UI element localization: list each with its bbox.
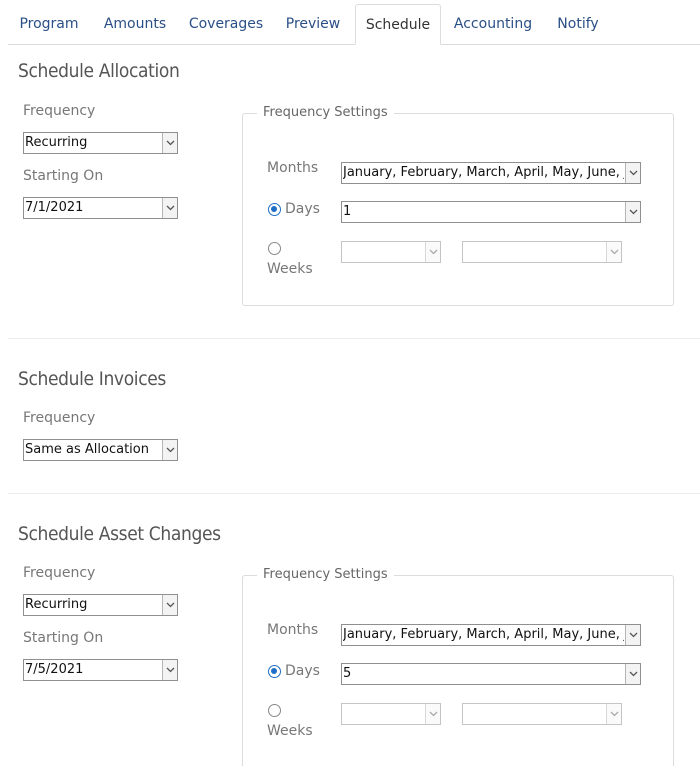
asset-months-label: Months	[267, 622, 319, 638]
asset-weeks-label: Weeks	[267, 723, 313, 739]
tab-preview[interactable]: Preview	[282, 4, 344, 44]
asset-settings-legend: Frequency Settings	[257, 567, 394, 582]
chevron-down-icon	[625, 625, 640, 645]
tab-bar: Program Amounts Coverages Preview Schedu…	[8, 0, 700, 45]
allocation-days-label: Days	[285, 201, 320, 217]
asset-weeks-select-2	[462, 703, 622, 725]
asset-starting-value: 7/5/2021	[25, 662, 84, 677]
chevron-down-icon	[162, 133, 177, 153]
chevron-down-icon	[625, 202, 640, 222]
asset-days-radio[interactable]	[268, 665, 281, 678]
section-divider	[8, 338, 700, 339]
schedule-allocation-title: Schedule Allocation	[18, 60, 180, 82]
invoices-frequency-value: Same as Allocation	[25, 442, 149, 457]
invoices-frequency-select[interactable]: Same as Allocation	[23, 439, 178, 461]
allocation-days-value: 1	[343, 204, 352, 219]
section-divider	[8, 493, 700, 494]
invoices-frequency-label: Frequency	[23, 410, 96, 426]
allocation-days-select[interactable]: 1	[341, 201, 641, 223]
asset-starting-select[interactable]: 7/5/2021	[23, 659, 178, 681]
asset-days-value: 5	[343, 666, 352, 681]
chevron-down-icon	[162, 595, 177, 615]
tab-program[interactable]: Program	[14, 4, 84, 44]
allocation-months-label: Months	[267, 160, 319, 176]
tab-amounts[interactable]: Amounts	[100, 4, 170, 44]
schedule-invoices-title: Schedule Invoices	[18, 368, 166, 390]
allocation-months-select[interactable]: January, February, March, April, May, Ju…	[341, 162, 641, 184]
allocation-weeks-select-2	[462, 241, 622, 263]
asset-days-select[interactable]: 5	[341, 663, 641, 685]
allocation-weeks-select-1	[341, 241, 441, 263]
asset-weeks-select-1	[341, 703, 441, 725]
allocation-frequency-label: Frequency	[23, 103, 96, 119]
chevron-down-icon	[606, 242, 621, 262]
tab-coverages[interactable]: Coverages	[188, 4, 264, 44]
asset-months-select[interactable]: January, February, March, April, May, Ju…	[341, 624, 641, 646]
chevron-down-icon	[625, 163, 640, 183]
tab-schedule[interactable]: Schedule	[355, 4, 441, 45]
allocation-starting-value: 7/1/2021	[25, 200, 84, 215]
chevron-down-icon	[625, 664, 640, 684]
tab-accounting[interactable]: Accounting	[453, 4, 533, 44]
asset-frequency-select[interactable]: Recurring	[23, 594, 178, 616]
chevron-down-icon	[425, 242, 440, 262]
asset-starting-label: Starting On	[23, 630, 104, 646]
chevron-down-icon	[162, 660, 177, 680]
allocation-frequency-value: Recurring	[25, 135, 88, 150]
allocation-weeks-label: Weeks	[267, 261, 313, 277]
asset-frequency-label: Frequency	[23, 565, 96, 581]
tab-notify[interactable]: Notify	[552, 4, 604, 44]
chevron-down-icon	[606, 704, 621, 724]
chevron-down-icon	[162, 440, 177, 460]
allocation-frequency-select[interactable]: Recurring	[23, 132, 178, 154]
allocation-months-value: January, February, March, April, May, Ju…	[343, 165, 624, 180]
asset-frequency-value: Recurring	[25, 597, 88, 612]
asset-days-label: Days	[285, 663, 320, 679]
schedule-asset-changes-title: Schedule Asset Changes	[18, 523, 221, 545]
asset-months-value: January, February, March, April, May, Ju…	[343, 627, 624, 642]
allocation-settings-legend: Frequency Settings	[257, 105, 394, 120]
allocation-starting-select[interactable]: 7/1/2021	[23, 197, 178, 219]
allocation-weeks-radio[interactable]	[268, 242, 281, 255]
allocation-days-radio[interactable]	[268, 203, 281, 216]
asset-weeks-radio[interactable]	[268, 704, 281, 717]
chevron-down-icon	[425, 704, 440, 724]
allocation-starting-label: Starting On	[23, 168, 104, 184]
chevron-down-icon	[162, 198, 177, 218]
